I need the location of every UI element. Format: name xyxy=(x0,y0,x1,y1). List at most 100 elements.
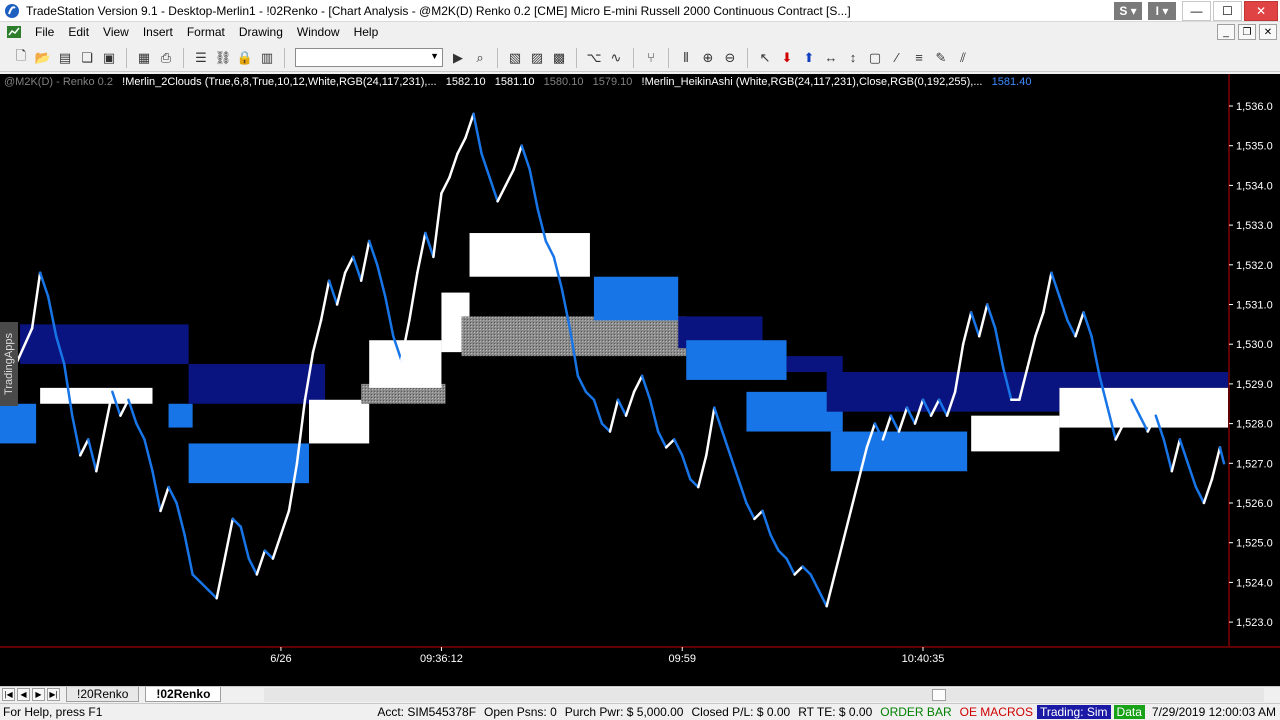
status-bar: For Help, press F1 Acct: SIM545378F Open… xyxy=(0,703,1280,720)
window-list-icon[interactable]: ☰ xyxy=(190,47,212,69)
i-menu-button[interactable]: I ▾ xyxy=(1148,1,1176,20)
oe-macros-toggle[interactable]: OE MACROS xyxy=(956,705,1037,719)
price-segment-23 xyxy=(191,573,202,584)
pencil-icon[interactable]: ✎ xyxy=(930,47,952,69)
menu-edit[interactable]: Edit xyxy=(61,25,96,39)
y-tick-label-6: 1,530.0 xyxy=(1236,339,1273,351)
tradestation-app-icon xyxy=(5,3,19,18)
symbol-lookup-icon[interactable]: ⌕ xyxy=(469,47,491,69)
menu-view[interactable]: View xyxy=(96,25,136,39)
sheet-tab-bar: |◀ ◀ ▶ ▶| !20Renko !02Renko xyxy=(0,686,1280,702)
first-tab-button[interactable]: |◀ xyxy=(2,688,15,701)
trendline-icon[interactable]: ∕ xyxy=(886,47,908,69)
vertical-arrows-icon[interactable]: ↕ xyxy=(842,47,864,69)
price-segment-95 xyxy=(769,533,780,552)
strategy-icon[interactable]: ⌥ xyxy=(583,47,605,69)
price-segment-145 xyxy=(1170,438,1182,473)
cloud-band-3 xyxy=(168,403,193,428)
zoom-out-icon[interactable]: ⊖ xyxy=(719,47,741,69)
next-tab-button[interactable]: ▶ xyxy=(32,688,45,701)
zoom-in-icon[interactable]: ⊕ xyxy=(697,47,719,69)
minimize-button[interactable]: — xyxy=(1182,0,1211,21)
child-restore-button[interactable]: ❐ xyxy=(1238,24,1256,40)
order-bar-toggle[interactable]: ORDER BAR xyxy=(876,705,955,719)
menu-help[interactable]: Help xyxy=(347,25,386,39)
arrow-up-icon[interactable]: ⬆ xyxy=(798,47,820,69)
price-segment-59 xyxy=(480,152,491,179)
play-icon[interactable]: ▶ xyxy=(447,47,469,69)
price-segment-33 xyxy=(271,533,283,560)
y-tick-label-13: 1,523.0 xyxy=(1236,617,1273,629)
save-workspace-icon[interactable]: ▤ xyxy=(54,47,76,69)
fork-icon[interactable]: ⑂ xyxy=(640,47,662,69)
news-icon[interactable]: ▥ xyxy=(256,47,278,69)
rectangle-icon[interactable]: ▢ xyxy=(864,47,886,69)
s-menu-button[interactable]: S ▾ xyxy=(1114,1,1142,20)
child-minimize-button[interactable]: _ xyxy=(1217,24,1235,40)
price-segment-119 xyxy=(961,311,973,346)
price-segment-98 xyxy=(793,565,804,576)
y-tick-label-9: 1,527.0 xyxy=(1236,458,1273,470)
briefcase-icon[interactable]: ▣ xyxy=(98,47,120,69)
price-segment-60 xyxy=(488,176,499,203)
lock-icon[interactable]: 🔒 xyxy=(234,47,256,69)
horizontal-lines-icon[interactable]: ≡ xyxy=(908,47,930,69)
bar-spacing-icon[interactable]: ⦀ xyxy=(675,47,697,69)
price-segment-148 xyxy=(1194,485,1206,505)
price-segment-73 xyxy=(592,398,604,425)
new-icon[interactable]: 🗋 xyxy=(10,47,32,69)
x-tick-label-1: 09:36:12 xyxy=(420,653,463,665)
menu-insert[interactable]: Insert xyxy=(136,25,180,39)
menu-file[interactable]: File xyxy=(28,25,61,39)
price-segment-38 xyxy=(311,319,323,354)
price-segment-62 xyxy=(504,168,515,187)
tab-02renko[interactable]: !02Renko xyxy=(145,687,222,702)
legend-value-4: 1579.10 xyxy=(592,76,633,88)
scrollbar-thumb[interactable] xyxy=(932,688,946,701)
tab-20renko[interactable]: !20Renko xyxy=(66,687,140,702)
menu-drawing[interactable]: Drawing xyxy=(232,25,290,39)
cloud-band-5 xyxy=(188,443,310,484)
price-segment-105 xyxy=(849,477,861,513)
price-segment-27 xyxy=(223,517,235,560)
symbol-combo[interactable]: ▼ xyxy=(295,48,443,67)
menu-window[interactable]: Window xyxy=(290,25,347,39)
child-close-button[interactable]: ✕ xyxy=(1259,24,1277,40)
chart-area[interactable]: 1,536.0 1,535.0 1,534.0 1,533.0 1,532.0 1,531… xyxy=(0,74,1280,686)
cloud-band-11 xyxy=(469,233,590,277)
cursor-icon[interactable]: ↖ xyxy=(754,47,776,69)
last-tab-button[interactable]: ▶| xyxy=(47,688,60,701)
price-segment-134 xyxy=(1082,311,1093,338)
arrow-down-icon[interactable]: ⬇ xyxy=(776,47,798,69)
maximize-button[interactable]: ☐ xyxy=(1213,0,1242,21)
renko-chart[interactable]: 1,536.0 1,535.0 1,534.0 1,533.0 1,532.0 1,531… xyxy=(0,74,1280,686)
horizontal-scrollbar[interactable] xyxy=(264,687,1264,702)
copy-icon[interactable]: ❏ xyxy=(76,47,98,69)
link-icon[interactable]: ⛓ xyxy=(212,47,234,69)
y-tick-label-8: 1,528.0 xyxy=(1236,419,1273,431)
price-segment-86 xyxy=(697,454,708,489)
open-positions-status: Open Psns: 0 xyxy=(484,705,557,719)
price-segment-88 xyxy=(713,406,724,433)
close-button[interactable]: ✕ xyxy=(1244,0,1278,21)
channel-icon[interactable]: ⫽ xyxy=(952,47,974,69)
format-window-icon[interactable]: ▧ xyxy=(504,47,526,69)
cloud-band-12 xyxy=(593,276,679,321)
y-tick-label-3: 1,533.0 xyxy=(1236,220,1273,232)
print-icon[interactable]: ⎙ xyxy=(155,47,177,69)
horizontal-arrows-icon[interactable]: ↔ xyxy=(820,47,842,69)
close-icon: ✕ xyxy=(1255,3,1267,18)
format-data-icon[interactable]: ▨ xyxy=(526,47,548,69)
menu-format[interactable]: Format xyxy=(180,25,232,39)
trading-mode-badge[interactable]: Trading: Sim xyxy=(1036,705,1111,719)
open-folder-icon[interactable]: 📂 xyxy=(32,47,54,69)
price-segment-100 xyxy=(809,573,820,592)
price-segment-20 xyxy=(167,485,178,505)
price-segment-4 xyxy=(38,271,50,298)
data-window-icon[interactable]: ▩ xyxy=(548,47,570,69)
tradingapps-side-tab[interactable]: TradingApps xyxy=(0,322,18,406)
prev-tab-button[interactable]: ◀ xyxy=(17,688,30,701)
indicator-icon[interactable]: ∿ xyxy=(605,47,627,69)
print-preview-icon[interactable]: ▦ xyxy=(133,47,155,69)
price-segment-46 xyxy=(375,263,387,298)
